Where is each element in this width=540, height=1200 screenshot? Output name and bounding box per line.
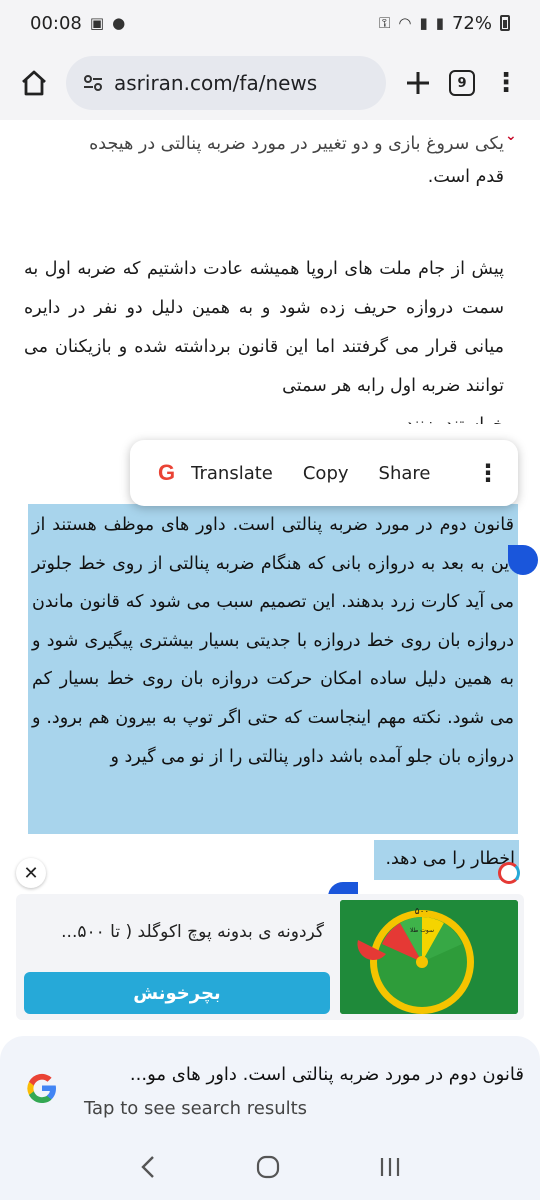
home-nav-button[interactable] [256, 1155, 280, 1186]
google-g-icon [27, 1073, 56, 1103]
google-icon: G [158, 460, 176, 485]
battery-percent: 72% [451, 12, 492, 34]
ad-banner[interactable]: گردونه ی بدونه پوچ اکوگلد ( تا ۵۰۰... بچ… [16, 894, 524, 1020]
close-icon: ✕ [23, 862, 39, 884]
wheel-sublabel: سوت طلا [410, 927, 434, 934]
plus-icon [407, 72, 429, 94]
home-circle-icon [256, 1155, 280, 1178]
article-paragraph-2: پیش از جام ملت های اروپا همیشه عادت داشت… [24, 250, 504, 424]
ad-close-button[interactable]: ✕ [16, 858, 46, 888]
address-bar[interactable]: asriran.com/fa/news [66, 56, 386, 110]
share-button[interactable]: Share [379, 463, 431, 484]
adchoices-icon[interactable] [498, 862, 520, 884]
more-options-icon[interactable]: ⋮ [476, 461, 500, 485]
signal-icon-2: ▮ [435, 13, 444, 32]
signal-icon-1: ▮ [419, 13, 428, 32]
wifi-icon: ◠ [398, 13, 412, 32]
selection-handle-start[interactable] [508, 545, 538, 575]
back-icon [141, 1155, 155, 1178]
search-hint-text[interactable]: Tap to see search results [84, 1098, 307, 1119]
ad-image[interactable]: ۵۰۰ سوت طلا [340, 900, 518, 1014]
ad-title[interactable]: گردونه ی بدونه پوچ اکوگلد ( تا ۵۰۰... [32, 922, 324, 942]
tab-count: 9 [449, 70, 475, 96]
message-icon: ● [112, 13, 126, 32]
status-bar: 00:08 ▣ ● ⚿ ◠ ▮ ▮ 72% [0, 0, 540, 46]
article-paragraph-1: یکی سروغ بازی و دو تغییر در مورد ضربه پن… [24, 128, 504, 197]
home-button[interactable] [12, 61, 56, 105]
translate-button[interactable]: Translate [191, 463, 273, 484]
text-selection-menu: G Translate Copy Share ⋮ [130, 440, 518, 506]
chevron-down-icon: ⌄ [505, 128, 517, 144]
wheel-label: ۵۰۰ [415, 907, 430, 917]
gallery-icon: ▣ [89, 13, 105, 32]
search-query-text[interactable]: قانون دوم در مورد ضربه پنالتی است. داور … [84, 1064, 524, 1085]
article-line: یکی سروغ بازی و دو تغییر در مورد ضربه پن… [89, 134, 504, 154]
copy-button[interactable]: Copy [303, 463, 349, 484]
home-icon [22, 70, 46, 96]
key-icon: ⚿ [378, 13, 391, 32]
system-navigation-bar [0, 1140, 540, 1200]
article-line: قدم است. [427, 167, 504, 187]
tab-switcher-button[interactable]: 9 [440, 61, 484, 105]
article-text-cut: خواستند بزنند. [24, 406, 504, 424]
article-text: پیش از جام ملت های اروپا همیشه عادت داشت… [24, 259, 504, 396]
more-vert-icon: ⋮ [493, 68, 519, 98]
screen: 00:08 ▣ ● ⚿ ◠ ▮ ▮ 72% asriran.com/fa/new… [0, 0, 540, 1200]
battery-icon [500, 15, 510, 31]
back-button[interactable] [139, 1155, 157, 1186]
menu-button[interactable]: ⋮ [484, 61, 528, 105]
ad-cta-button[interactable]: بچرخونش [24, 972, 330, 1014]
prize-wheel-icon: ۵۰۰ سوت طلا [340, 900, 518, 1014]
new-tab-button[interactable] [396, 61, 440, 105]
site-settings-icon [84, 75, 102, 91]
recents-button[interactable] [379, 1155, 401, 1185]
selected-text[interactable]: قانون دوم در مورد ضربه پنالتی است. داور … [28, 504, 518, 834]
browser-toolbar: asriran.com/fa/news 9 ⋮ [0, 46, 540, 120]
status-time: 00:08 [30, 12, 82, 34]
url-text: asriran.com/fa/news [114, 71, 318, 95]
recents-icon [380, 1158, 399, 1176]
